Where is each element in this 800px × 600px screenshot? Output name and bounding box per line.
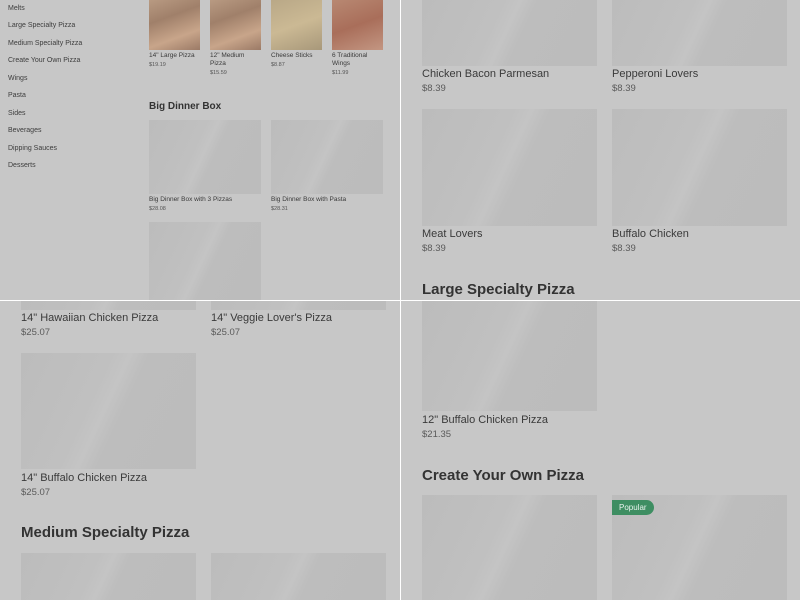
sidebar-item-sides[interactable]: Sides xyxy=(8,110,26,117)
sidebar-item-beverages[interactable]: Beverages xyxy=(8,127,41,134)
item-image-chicken-bacon-parmesan[interactable] xyxy=(422,0,597,66)
item-name[interactable]: 12" Medium Pizza xyxy=(210,52,262,68)
sidebar-item-dipping-sauces[interactable]: Dipping Sauces xyxy=(8,145,57,152)
menu-panel-top-right: Chicken Bacon Parmesan $8.39 Pepperoni L… xyxy=(401,0,800,300)
section-title-large-specialty-pizza: Large Specialty Pizza xyxy=(422,281,575,298)
item-image-buffalo-chicken-pizza-12[interactable] xyxy=(422,301,597,411)
item-price: $28.08 xyxy=(149,206,166,212)
sidebar-item-medium-specialty-pizza[interactable]: Medium Specialty Pizza xyxy=(8,40,82,47)
menu-panel-bottom-left: 14" Hawaiian Chicken Pizza $25.07 14" Ve… xyxy=(0,301,400,600)
sidebar-item-wings[interactable]: Wings xyxy=(8,75,27,82)
item-price: $25.07 xyxy=(211,327,241,338)
item-price: $25.07 xyxy=(21,327,51,338)
tile-divider-horizontal xyxy=(0,300,800,301)
sidebar-item-desserts[interactable]: Desserts xyxy=(8,162,36,169)
item-name[interactable]: Buffalo Chicken xyxy=(612,228,689,240)
item-name[interactable]: 12" Buffalo Chicken Pizza xyxy=(422,414,548,426)
item-name[interactable]: 14" Buffalo Chicken Pizza xyxy=(21,472,147,484)
item-image-buffalo-chicken-pizza[interactable] xyxy=(21,353,196,469)
item-image-buffalo-chicken[interactable] xyxy=(612,109,787,226)
item-name[interactable]: Cheese Sticks xyxy=(271,52,323,60)
item-name[interactable]: Big Dinner Box with 3 Pizzas xyxy=(149,196,264,204)
item-price: $25.07 xyxy=(21,487,51,498)
item-image[interactable] xyxy=(211,553,386,600)
item-price: $8.87 xyxy=(271,62,285,68)
item-image-large-pizza[interactable] xyxy=(149,0,200,50)
menu-panel-bottom-right: 12" Buffalo Chicken Pizza $21.35 Create … xyxy=(401,301,800,600)
item-name[interactable]: 14" Veggie Lover's Pizza xyxy=(211,312,332,324)
section-title-big-dinner-box: Big Dinner Box xyxy=(149,101,222,112)
item-name[interactable]: 6 Traditional Wings xyxy=(332,52,378,68)
sidebar-item-melts[interactable]: Melts xyxy=(8,5,25,12)
item-price: $19.19 xyxy=(149,62,166,68)
popular-badge: Popular xyxy=(612,500,654,515)
item-name[interactable]: 14" Hawaiian Chicken Pizza xyxy=(21,312,158,324)
sidebar-item-create-your-own-pizza[interactable]: Create Your Own Pizza xyxy=(8,57,80,64)
item-image-pepperoni-lovers[interactable] xyxy=(612,0,787,66)
sidebar-item-pasta[interactable]: Pasta xyxy=(8,92,26,99)
item-name[interactable]: Chicken Bacon Parmesan xyxy=(422,68,549,80)
menu-panel-top-left: Melts Large Specialty Pizza Medium Speci… xyxy=(0,0,400,300)
item-price: $28.31 xyxy=(271,206,288,212)
item-price: $11.99 xyxy=(332,70,349,76)
item-image[interactable] xyxy=(21,553,196,600)
item-name[interactable]: Big Dinner Box with Pasta xyxy=(271,196,386,204)
item-image-big-dinner-box-pasta[interactable] xyxy=(271,120,383,194)
item-image[interactable] xyxy=(422,495,597,600)
item-image-big-dinner-box-3-pizzas[interactable] xyxy=(149,120,261,194)
section-title-create-your-own-pizza: Create Your Own Pizza xyxy=(422,467,584,484)
item-image-meat-lovers[interactable] xyxy=(422,109,597,226)
item-price: $8.39 xyxy=(422,83,446,94)
item-price: $15.59 xyxy=(210,70,227,76)
item-image[interactable] xyxy=(149,222,261,300)
sidebar-item-large-specialty-pizza[interactable]: Large Specialty Pizza xyxy=(8,22,75,29)
item-name[interactable]: 14" Large Pizza xyxy=(149,52,201,60)
item-image-cheese-sticks[interactable] xyxy=(271,0,322,50)
item-price: $21.35 xyxy=(422,429,452,440)
item-price: $8.39 xyxy=(422,243,446,254)
item-image-traditional-wings[interactable] xyxy=(332,0,383,50)
item-price: $8.39 xyxy=(612,243,636,254)
item-price: $8.39 xyxy=(612,83,636,94)
item-image-medium-pizza[interactable] xyxy=(210,0,261,50)
item-name[interactable]: Pepperoni Lovers xyxy=(612,68,698,80)
section-title-medium-specialty-pizza: Medium Specialty Pizza xyxy=(21,524,190,541)
item-image-veggie-lovers-pizza[interactable] xyxy=(211,301,386,310)
item-name[interactable]: Meat Lovers xyxy=(422,228,483,240)
item-image-hawaiian-chicken-pizza[interactable] xyxy=(21,301,196,310)
